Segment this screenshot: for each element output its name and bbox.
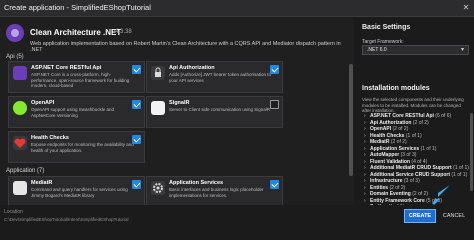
title-bar: Create application - SimplifiedEShopTuto… xyxy=(0,0,474,17)
module-count: (4 of 4) xyxy=(411,158,428,165)
category-application: Application (7) xyxy=(6,168,45,174)
component-card-aspnet[interactable]: ASP.NET Core RESTful Api ASP.NET Core is… xyxy=(8,61,145,93)
mediatr-icon xyxy=(13,181,27,195)
module-count: (1 of 1) xyxy=(405,132,422,139)
installation-description: View the selected components and their u… xyxy=(362,97,464,113)
location-label: Location xyxy=(4,209,23,215)
settings-panel: Basic Settings Target Framework: .NET 6.… xyxy=(355,18,474,217)
component-name: ASP.NET Core RESTful Api xyxy=(31,65,102,71)
component-description: Command and query handlers for services … xyxy=(31,187,128,198)
component-card-mediatr[interactable]: MediatR Command and query handlers for s… xyxy=(8,176,145,205)
component-description: ASP.NET Core is a cross-platform, high-p… xyxy=(31,72,130,88)
component-description: Server to Client side communication usin… xyxy=(169,107,271,112)
window-title: Create application - SimplifiedEShopTuto… xyxy=(4,3,151,12)
installation-modules-list: › ASP.NET Core RESTful Api (6 of 6) › Api A… xyxy=(364,113,472,217)
template-panel: Clean Architecture .NET v4.3.38 Web appl… xyxy=(0,18,354,205)
component-checkbox[interactable] xyxy=(132,65,141,74)
module-count: (2 of 2) xyxy=(392,126,409,132)
module-count: (1 of 1) xyxy=(453,165,469,171)
module-count: (6 of 6) xyxy=(435,113,452,119)
component-checkbox[interactable] xyxy=(270,180,279,189)
component-checkbox[interactable] xyxy=(270,100,279,109)
target-framework-value: .NET 6.0 xyxy=(367,47,387,53)
module-name: Api Authorization xyxy=(370,119,412,126)
module-name: Application Services xyxy=(370,145,420,152)
component-name: Health Checks xyxy=(31,135,69,141)
template-version: v4.3.38 xyxy=(112,29,132,35)
component-description: OpenAPI support using Swashbuckle and As… xyxy=(31,107,115,118)
module-count: (3 of 3) xyxy=(403,178,420,184)
module-count: (1 of 1) xyxy=(451,171,468,178)
module-count: (2 of 2) xyxy=(412,191,429,197)
module-name: MediatR xyxy=(370,139,390,145)
module-count: (2 of 2) xyxy=(390,139,407,145)
module-name: Entities xyxy=(370,184,389,191)
aspnet-icon xyxy=(13,66,27,80)
cancel-button[interactable]: CANCEL xyxy=(439,209,469,223)
gear-icon xyxy=(151,181,165,195)
template-description: Web application implementation based on … xyxy=(30,41,341,53)
component-description: Adds [Authorize] JWT bearer token author… xyxy=(169,72,271,83)
component-checkbox[interactable] xyxy=(270,65,279,74)
module-name: AutoMapper xyxy=(370,152,400,158)
component-card-health-checks[interactable]: Health Checks Expose endpoints for monit… xyxy=(8,131,145,163)
components-scrollbar[interactable] xyxy=(349,64,353,176)
module-name: OpenAPI xyxy=(370,126,392,132)
lock-icon xyxy=(151,66,165,80)
module-name: Health Checks xyxy=(370,132,405,139)
template-logo-icon xyxy=(6,24,24,42)
component-name: MediatR xyxy=(31,180,53,186)
component-checkbox[interactable] xyxy=(132,100,141,109)
installation-modules-heading: Installation modules xyxy=(362,85,430,92)
component-card-application-services[interactable]: Application Services Basic interfaces an… xyxy=(146,176,283,205)
modules-scrollbar[interactable] xyxy=(470,113,473,191)
component-description: Expose endpoints for monitoring the avai… xyxy=(31,142,134,153)
component-name: OpenAPI xyxy=(31,100,55,106)
chevron-down-icon: ▾ xyxy=(460,47,464,53)
module-name: Fluent Validation xyxy=(370,158,411,165)
location-value: C:\Dev\SimplifiedEShopTutorial\Intent\Si… xyxy=(4,217,129,222)
module-name: Infrastructure xyxy=(370,178,403,184)
template-name: Clean Architecture .NET xyxy=(30,28,122,37)
module-count: (3 of 3) xyxy=(400,152,417,158)
signalr-icon xyxy=(151,101,165,115)
component-card-api-authorization[interactable]: Api Authorization Adds [Authorize] JWT b… xyxy=(146,61,283,93)
basic-settings-heading: Basic Settings xyxy=(362,24,411,31)
module-name: Additional Service CRUD Support xyxy=(370,171,451,178)
category-api: Api (5) xyxy=(6,54,24,60)
module-name: Additional MediatR CRUD Support xyxy=(370,165,452,171)
module-name: ASP.NET Core RESTful Api xyxy=(370,113,434,119)
create-button[interactable]: CREATE xyxy=(404,209,436,223)
target-framework-select[interactable]: .NET 6.0 ▾ xyxy=(362,45,469,55)
component-description: Basic interfaces and business logic plac… xyxy=(169,187,264,198)
module-count: (1 of 1) xyxy=(420,145,437,152)
close-icon[interactable]: ✕ xyxy=(460,2,472,14)
component-checkbox[interactable] xyxy=(132,180,141,189)
footer: Location C:\Dev\SimplifiedEShopTutorial\… xyxy=(0,205,474,228)
component-card-openapi[interactable]: OpenAPI OpenAPI support using Swashbuckl… xyxy=(8,96,145,128)
module-name: Domain Eventing xyxy=(370,191,411,197)
component-name: Application Services xyxy=(169,180,224,186)
component-name: SignalR xyxy=(169,100,190,106)
heart-icon xyxy=(13,136,27,150)
module-name: Entity Framework Core xyxy=(370,197,425,204)
arrow-pointer-icon xyxy=(432,185,450,205)
module-count: (2 of 2) xyxy=(412,119,429,126)
template-header: Clean Architecture .NET v4.3.38 Web appl… xyxy=(6,24,346,64)
module-count: (2 of 2) xyxy=(389,184,406,191)
openapi-icon xyxy=(13,101,27,115)
component-checkbox[interactable] xyxy=(132,135,141,144)
component-card-signalr[interactable]: SignalR Server to Client side communicat… xyxy=(146,96,283,128)
component-name: Api Authorization xyxy=(169,65,215,71)
